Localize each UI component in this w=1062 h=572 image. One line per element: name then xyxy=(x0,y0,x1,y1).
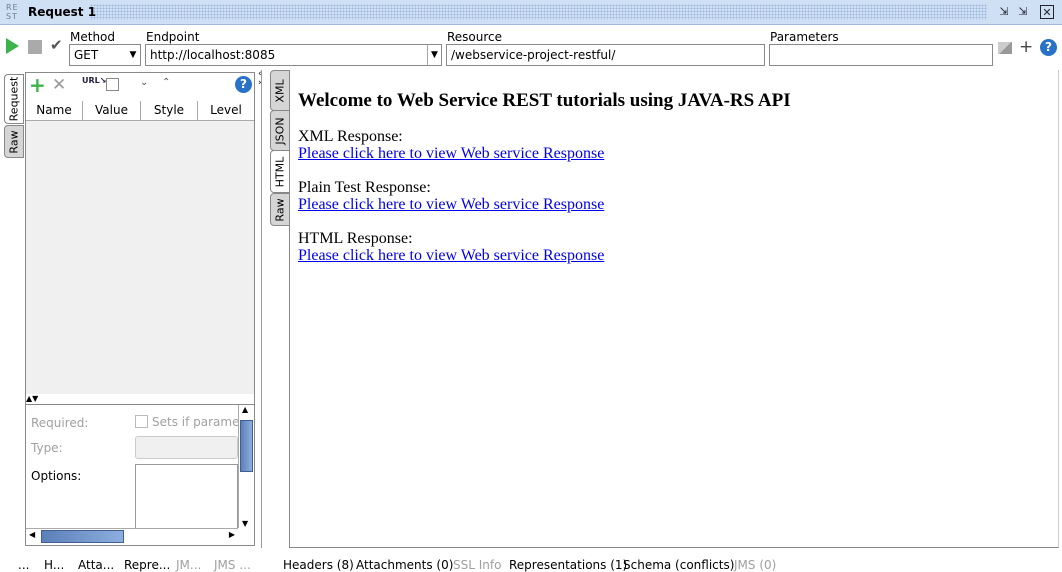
close-icon[interactable]: ✕ xyxy=(1040,5,1054,19)
move-up-icon[interactable]: ⌃ xyxy=(162,77,170,88)
tab-json[interactable]: JSON xyxy=(270,110,290,151)
column-header-style[interactable]: Style xyxy=(141,101,198,120)
column-header-level[interactable]: Level xyxy=(198,101,254,120)
tab-request[interactable]: Request xyxy=(4,74,24,124)
section-label: HTML Response: xyxy=(298,230,413,247)
tab-xml[interactable]: XML xyxy=(270,70,290,111)
column-header-name[interactable]: Name xyxy=(26,101,83,120)
run-icon[interactable] xyxy=(6,38,19,54)
request-bottom-tab[interactable]: JMS ... xyxy=(214,558,251,572)
title-bar: RE ST Request 1 ⇲ ⇲ ✕ xyxy=(0,0,1062,25)
html-response-view: Welcome to Web Service REST tutorials us… xyxy=(289,70,1059,548)
method-label: Method xyxy=(70,30,116,44)
request-bottom-tab[interactable]: Atta... xyxy=(78,558,114,572)
response-link[interactable]: Please click here to view Web service Re… xyxy=(298,247,604,265)
response-bottom-tab[interactable]: SSL Info xyxy=(453,558,501,572)
parameters-input[interactable] xyxy=(769,44,993,66)
response-bottom-tab[interactable]: Schema (conflicts) xyxy=(623,558,734,572)
response-bottom-tab[interactable]: JMS (0) xyxy=(734,558,776,572)
sets-if-label: Sets if parameter xyxy=(152,415,238,429)
horizontal-scrollbar[interactable]: ◀ ▶ xyxy=(26,528,238,544)
section-label: XML Response: xyxy=(298,128,403,145)
type-label: Type: xyxy=(31,441,63,455)
revert-icon[interactable] xyxy=(106,78,119,91)
required-label: Required: xyxy=(31,416,89,430)
parameters-label: Parameters xyxy=(770,30,839,44)
request-bottom-tab[interactable]: ... xyxy=(18,558,29,572)
minimize-icon[interactable]: ⇲ xyxy=(1016,5,1030,19)
resource-label: Resource xyxy=(447,30,503,44)
response-bottom-tab[interactable]: Representations (1) xyxy=(509,558,627,572)
response-bottom-tab[interactable]: Attachments (0) xyxy=(356,558,453,572)
response-link[interactable]: Please click here to view Web service Re… xyxy=(298,196,604,214)
stop-icon[interactable] xyxy=(28,40,42,54)
url-extract-icon[interactable]: URL↘ xyxy=(82,76,106,85)
chevron-down-icon: ▼ xyxy=(129,50,137,60)
tab-html[interactable]: HTML xyxy=(270,150,290,193)
resource-input[interactable]: /webservice-project-restful/ xyxy=(446,44,765,66)
vertical-scrollbar[interactable]: ▲ ▼ xyxy=(238,405,254,528)
restore-icon[interactable]: ⇲ xyxy=(997,5,1011,19)
column-header-value[interactable]: Value xyxy=(83,101,141,120)
endpoint-input[interactable]: http://localhost:8085 ▼ xyxy=(145,44,442,66)
method-select[interactable]: GET ▼ xyxy=(69,44,141,66)
help-icon[interactable]: ? xyxy=(1040,39,1057,56)
parameters-tool-icon[interactable] xyxy=(998,42,1012,54)
options-textarea[interactable] xyxy=(135,464,238,529)
response-bottom-tab[interactable]: Headers (8) xyxy=(283,558,354,572)
response-link[interactable]: Please click here to view Web service Re… xyxy=(298,145,604,163)
help-icon[interactable]: ? xyxy=(235,76,252,93)
window-title: Request 1 xyxy=(28,5,97,19)
endpoint-value: http://localhost:8085 xyxy=(150,48,276,62)
tab-raw[interactable]: Raw xyxy=(4,125,24,158)
options-label: Options: xyxy=(31,469,82,483)
type-select[interactable] xyxy=(135,436,238,459)
params-table xyxy=(26,100,254,394)
delete-param-icon[interactable]: ✕ xyxy=(52,75,66,95)
check-icon[interactable]: ✔ xyxy=(50,36,63,54)
collapse-panel-icon[interactable]: ‹ › xyxy=(258,70,262,88)
section-label: Plain Test Response: xyxy=(298,179,431,196)
request-bottom-tab[interactable]: Repre... xyxy=(124,558,170,572)
endpoint-label: Endpoint xyxy=(146,30,200,44)
page-heading: Welcome to Web Service REST tutorials us… xyxy=(298,90,791,111)
add-param-icon[interactable]: + xyxy=(29,73,46,97)
tab-raw-response[interactable]: Raw xyxy=(270,193,290,226)
request-bottom-tab[interactable]: JM... xyxy=(176,558,201,572)
method-value: GET xyxy=(74,48,99,62)
move-down-icon[interactable]: ⌄ xyxy=(140,77,148,88)
sets-if-checkbox[interactable] xyxy=(135,415,148,428)
rest-logo: RE ST xyxy=(6,3,19,21)
request-bottom-tab[interactable]: H... xyxy=(44,558,64,572)
add-icon[interactable]: + xyxy=(1019,37,1033,57)
chevron-down-icon[interactable]: ▼ xyxy=(427,45,441,65)
splitter-arrows-icon[interactable]: ▲▼ xyxy=(26,394,38,403)
